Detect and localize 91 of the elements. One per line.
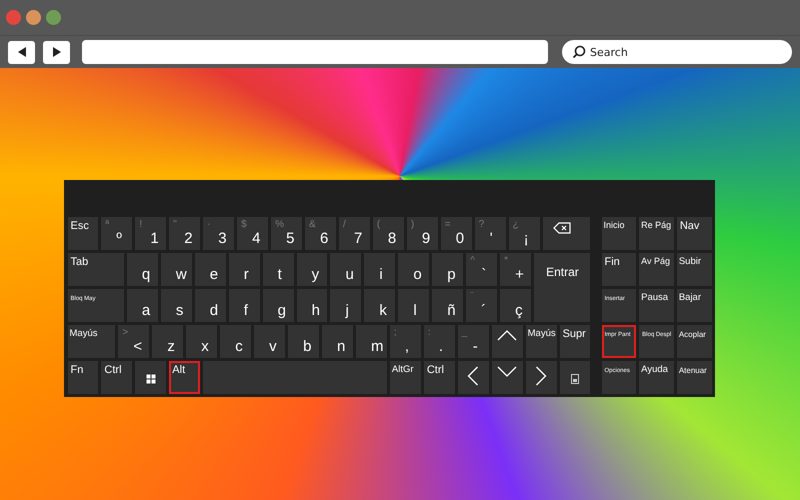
- keyboard-key[interactable]: ; ,: [390, 324, 421, 358]
- keyboard-key[interactable]: [542, 216, 590, 250]
- keyboard-key[interactable]: [135, 360, 166, 394]
- keyboard-key[interactable]: Acoplar: [676, 324, 712, 358]
- keyboard-key[interactable]: j: [330, 288, 362, 322]
- keyboard-key[interactable]: t: [262, 252, 294, 286]
- back-button[interactable]: [8, 40, 35, 64]
- keyboard-key[interactable]: v: [254, 324, 286, 358]
- keyboard-key[interactable]: _ -: [458, 324, 489, 358]
- keyboard-key[interactable]: Supr: [560, 324, 590, 358]
- keyboard-key[interactable]: AltGr: [390, 360, 421, 394]
- backspace-icon: [552, 222, 571, 234]
- keyboard-key[interactable]: ª º: [101, 216, 132, 250]
- keyboard-key[interactable]: ¨ ´: [466, 288, 498, 322]
- keyboard-key[interactable]: Tab: [68, 252, 124, 286]
- keyboard-key[interactable]: l: [398, 288, 430, 322]
- keyboard-key[interactable]: : .: [424, 324, 455, 358]
- keyboard-key[interactable]: ) 9: [406, 216, 438, 250]
- keyboard-key[interactable]: / 7: [338, 216, 370, 250]
- keyboard-key[interactable]: x: [186, 324, 218, 358]
- search-field[interactable]: Search: [562, 40, 792, 64]
- keyboard-key[interactable]: q: [126, 252, 158, 286]
- keyboard-key[interactable]: w: [160, 252, 192, 286]
- search-icon: [572, 45, 586, 59]
- keyboard-key[interactable]: % 5: [271, 216, 302, 250]
- keyboard-key[interactable]: s: [160, 288, 192, 322]
- keyboard-key[interactable]: * +: [500, 252, 532, 286]
- keyboard-key[interactable]: & 6: [305, 216, 336, 250]
- forward-button[interactable]: [43, 40, 70, 64]
- keyboard-key[interactable]: $ 4: [237, 216, 268, 250]
- menu-key-icon: [571, 374, 580, 384]
- keyboard-key[interactable]: z: [152, 324, 184, 358]
- keyboard-key[interactable]: o: [398, 252, 430, 286]
- keyboard-key[interactable]: · 3: [203, 216, 234, 250]
- keyboard-key[interactable]: d: [194, 288, 226, 322]
- keyboard-key[interactable]: Alt: [169, 360, 200, 394]
- keyboard-key[interactable]: Fin: [602, 252, 636, 286]
- chevron-up-icon: [497, 330, 518, 340]
- keyboard-key[interactable]: Ctrl: [101, 360, 132, 394]
- windows-logo-icon: [146, 374, 156, 384]
- keyboard-key[interactable]: [560, 360, 590, 394]
- keyboard-key[interactable]: i: [364, 252, 396, 286]
- keyboard-key[interactable]: y: [296, 252, 328, 286]
- keyboard-key[interactable]: e: [194, 252, 226, 286]
- keyboard-key[interactable]: b: [288, 324, 320, 358]
- keyboard-key[interactable]: Inicio: [602, 216, 636, 250]
- keyboard-key[interactable]: h: [296, 288, 328, 322]
- keyboard-key[interactable]: m: [356, 324, 387, 358]
- keyboard-key[interactable]: ? ': [474, 216, 506, 250]
- keyboard-key[interactable]: a: [126, 288, 158, 322]
- keyboard-key[interactable]: p: [432, 252, 464, 286]
- keyboard-key[interactable]: > <: [118, 324, 150, 358]
- keyboard-key[interactable]: g: [262, 288, 294, 322]
- keyboard-key[interactable]: Bajar: [676, 288, 712, 322]
- keyboard-key[interactable]: Re Pág: [639, 216, 674, 250]
- forward-icon: [50, 46, 62, 58]
- keyboard-key[interactable]: Entrar: [534, 252, 590, 322]
- chevron-right-icon: [536, 366, 547, 386]
- keyboard-key[interactable]: Subir: [676, 252, 712, 286]
- keyboard-key[interactable]: r: [228, 252, 260, 286]
- keyboard-key[interactable]: Av Pág: [639, 252, 674, 286]
- keyboard-key[interactable]: Pausa: [639, 288, 674, 322]
- keyboard-key[interactable]: ! 1: [135, 216, 166, 250]
- keyboard-key[interactable]: n: [322, 324, 353, 358]
- keyboard-key[interactable]: Nav: [676, 216, 712, 250]
- keyboard-key[interactable]: " 2: [169, 216, 200, 250]
- chevron-left-icon: [468, 366, 479, 386]
- keyboard-key[interactable]: Esc: [68, 216, 98, 250]
- keyboard-key[interactable]: ñ: [432, 288, 464, 322]
- keyboard-key[interactable]: = 0: [440, 216, 472, 250]
- keyboard-key[interactable]: u: [330, 252, 362, 286]
- keyboard-key[interactable]: Atenuar: [676, 360, 712, 394]
- keyboard-key[interactable]: [492, 360, 523, 394]
- chevron-down-icon: [497, 366, 518, 376]
- keyboard-key[interactable]: [526, 360, 557, 394]
- keyboard-key[interactable]: ¿ ¡: [508, 216, 540, 250]
- keyboard-key[interactable]: Ayuda: [639, 360, 674, 394]
- keyboard-key[interactable]: c: [220, 324, 252, 358]
- keyboard-key[interactable]: Mayús: [526, 324, 557, 358]
- keyboard-key[interactable]: Fn: [68, 360, 98, 394]
- back-icon: [16, 46, 28, 58]
- keyboard-key[interactable]: ( 8: [372, 216, 404, 250]
- keyboard-key[interactable]: ^ `: [466, 252, 498, 286]
- keyboard-key[interactable]: Mayús: [68, 324, 116, 358]
- keyboard-key[interactable]: [492, 324, 523, 358]
- keyboard-key[interactable]: ç: [500, 288, 532, 322]
- minimize-icon[interactable]: [26, 10, 41, 25]
- keyboard-key[interactable]: Ctrl: [424, 360, 455, 394]
- keyboard-key[interactable]: f: [228, 288, 260, 322]
- keyboard-key[interactable]: [458, 360, 489, 394]
- keyboard-key[interactable]: k: [364, 288, 396, 322]
